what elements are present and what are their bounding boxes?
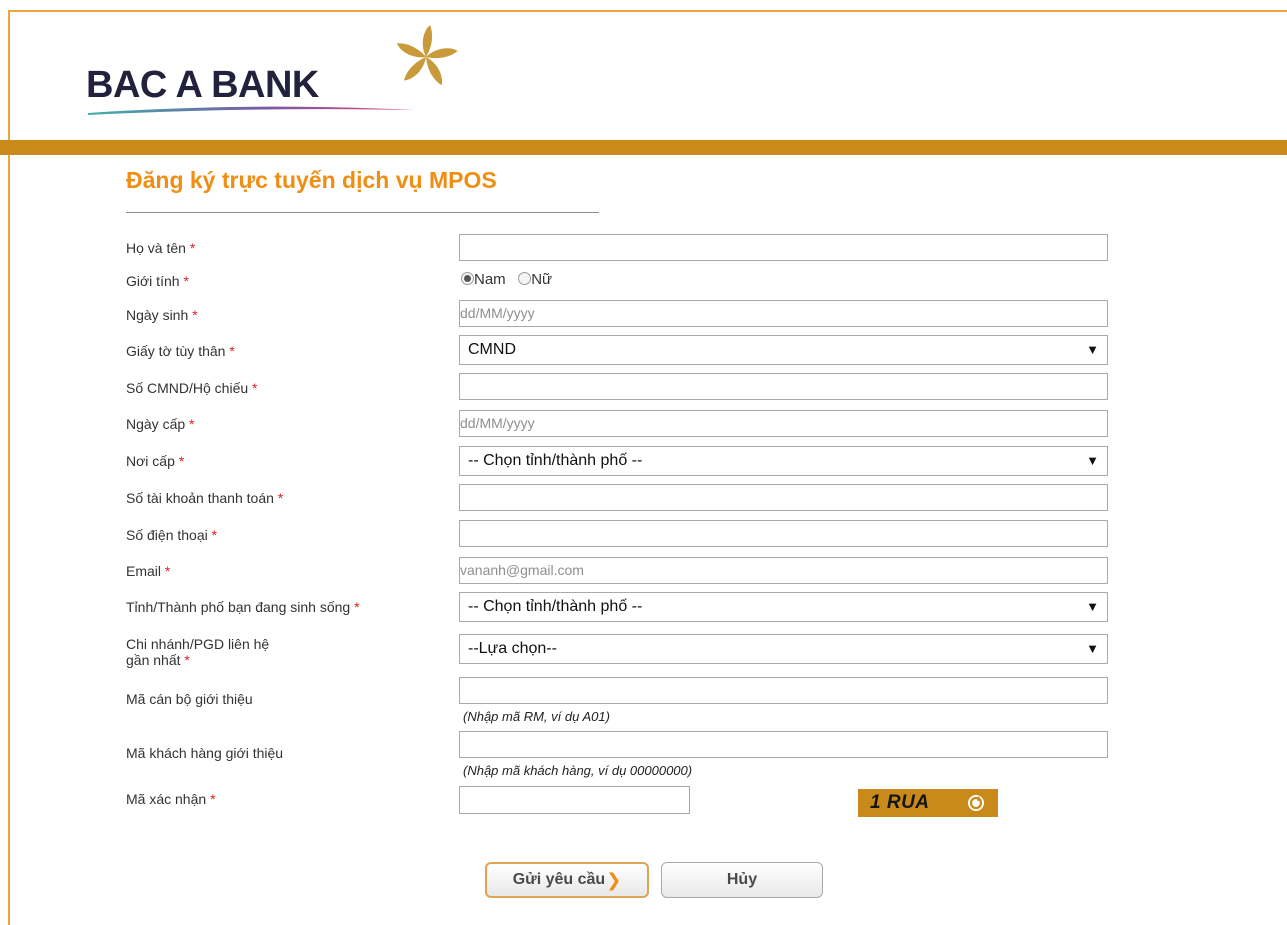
logo-text: BAC A BANK [86,64,319,106]
gender-female-label: Nữ [531,271,553,288]
id-type-select[interactable]: CMND ▼ [459,335,1108,365]
full-name-label: Họ và tên * [126,240,196,256]
gender-male-radio[interactable] [461,272,474,285]
issue-place-label: Nơi cấp * [126,453,185,469]
logo-star-icon [396,25,458,86]
issue-place-select[interactable]: -- Chọn tỉnh/thành phố -- ▼ [459,446,1108,476]
captcha-text: 1 RUA [870,792,930,813]
frame-top-border [8,10,1287,12]
issue-date-input[interactable]: dd/MM/yyyy [459,410,1108,437]
id-number-label: Số CMND/Hộ chiếu * [126,380,258,396]
gender-male-label: Nam [474,271,506,288]
captcha-image: 1 RUA [858,789,998,817]
customer-code-hint: (Nhập mã khách hàng, ví dụ 00000000) [463,763,693,778]
customer-code-label: Mã khách hàng giới thiệu [126,745,284,761]
phone-input[interactable] [459,520,1108,547]
branch-select[interactable]: --Lựa chọn-- ▼ [459,634,1108,664]
branch-label-line2: gần nhất * [126,652,190,668]
living-city-label: Tỉnh/Thành phố bạn đang sinh sống * [126,599,360,615]
cancel-button-label: Hủy [726,871,758,888]
submit-button-label: Gửi yêu cầu [512,871,606,888]
gender-female-radio[interactable] [518,272,532,285]
cancel-button[interactable]: Hủy [661,862,823,898]
issue-date-label: Ngày cấp * [126,416,195,432]
staff-code-hint: (Nhập mã RM, ví dụ A01) [463,709,610,724]
living-city-value: -- Chọn tỉnh/thành phố -- [468,598,643,615]
staff-code-input[interactable] [459,677,1108,704]
chevron-down-icon: ▼ [1086,641,1099,656]
email-label: Email * [126,563,171,579]
submit-button[interactable]: Gửi yêu cầu ❯ [485,862,649,898]
id-type-value: CMND [468,341,516,358]
gender-label: Giới tính * [126,273,189,289]
dob-label: Ngày sinh * [126,307,198,323]
bank-logo: BAC A BANK [86,20,458,120]
chevron-down-icon: ▼ [1086,453,1099,468]
branch-label: Chi nhánh/PGD liên hệ gần nhất * [126,636,269,668]
captcha-label: Mã xác nhận * [126,791,216,807]
customer-code-input[interactable] [459,731,1108,758]
phone-label: Số điện thoại * [126,527,218,543]
branch-value: --Lựa chọn-- [468,640,557,657]
email-input[interactable]: vananh@gmail.com [459,557,1108,584]
gender-radio-group: Nam Nữ [461,271,552,288]
header-band [0,140,1287,155]
issue-place-value: -- Chọn tỉnh/thành phố -- [468,452,643,469]
chevron-right-icon: ❯ [606,869,622,890]
branch-label-line1: Chi nhánh/PGD liên hệ [126,636,270,652]
dob-input[interactable]: dd/MM/yyyy [459,300,1108,327]
id-number-input[interactable] [459,373,1108,400]
account-number-input[interactable] [459,484,1108,511]
id-type-label: Giấy tờ tùy thân * [126,343,235,359]
captcha-input[interactable] [459,786,690,814]
chevron-down-icon: ▼ [1086,342,1099,357]
staff-code-label: Mã cán bộ giới thiệu [126,691,253,707]
logo-swoosh [88,106,414,115]
living-city-select[interactable]: -- Chọn tỉnh/thành phố -- ▼ [459,592,1108,622]
chevron-down-icon: ▼ [1086,599,1099,614]
full-name-input[interactable] [459,234,1108,261]
page-title: Đăng ký trực tuyến dịch vụ MPOS [126,167,497,193]
title-divider [126,212,599,213]
refresh-icon[interactable] [965,793,987,815]
account-number-label: Số tài khoản thanh toán * [126,490,284,506]
